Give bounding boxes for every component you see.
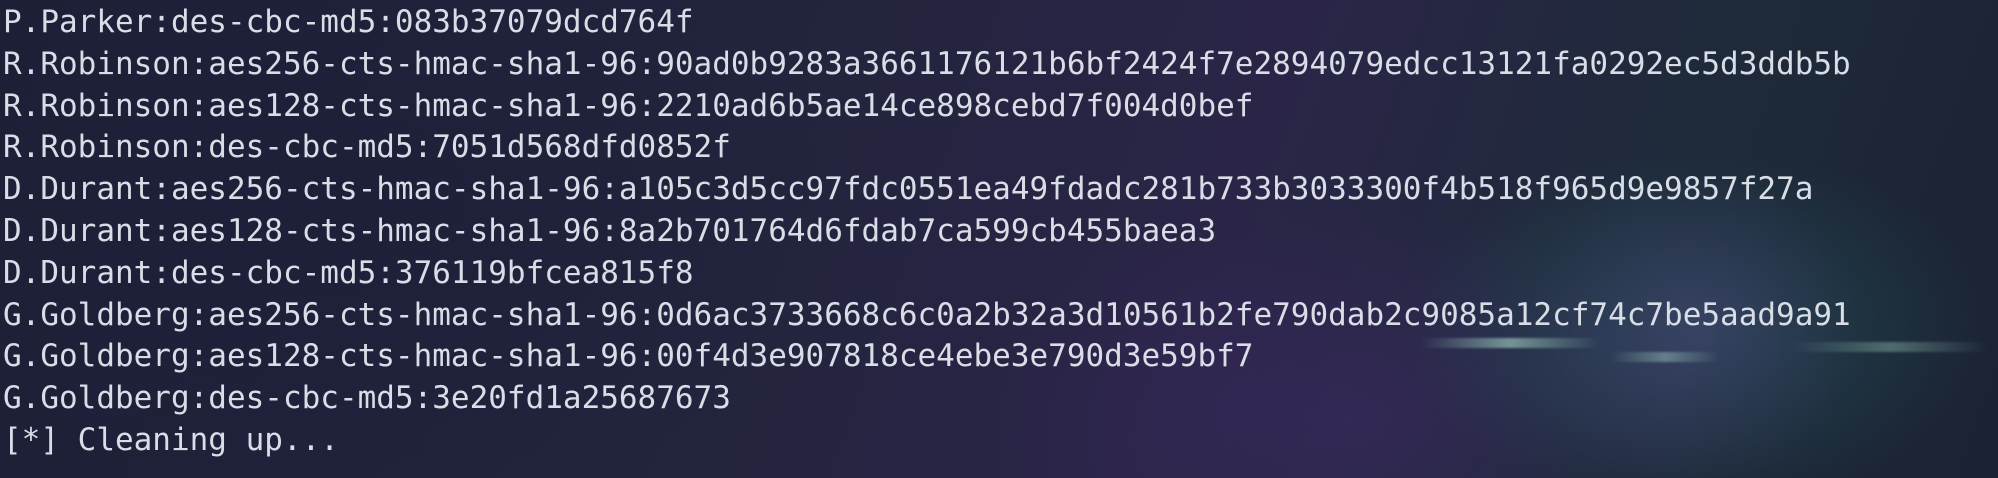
terminal-output[interactable]: P.Parker:des-cbc-md5:083b37079dcd764f R.… (0, 0, 1998, 478)
terminal-line: D.Durant:des-cbc-md5:376119bfcea815f8 (3, 254, 694, 291)
terminal-line: R.Robinson:aes128-cts-hmac-sha1-96:2210a… (3, 87, 1254, 124)
terminal-line: D.Durant:aes256-cts-hmac-sha1-96:a105c3d… (3, 171, 1814, 208)
terminal-line: D.Durant:aes128-cts-hmac-sha1-96:8a2b701… (3, 212, 1217, 249)
terminal-line: G.Goldberg:des-cbc-md5:3e20fd1a25687673 (3, 380, 731, 417)
terminal-line: P.Parker:des-cbc-md5:083b37079dcd764f (3, 4, 694, 40)
terminal-status-line: [*] Cleaning up... (3, 421, 339, 458)
terminal-line: G.Goldberg:aes256-cts-hmac-sha1-96:0d6ac… (3, 296, 1851, 333)
terminal-line: R.Robinson:des-cbc-md5:7051d568dfd0852f (3, 129, 731, 166)
terminal-line: G.Goldberg:aes128-cts-hmac-sha1-96:00f4d… (3, 338, 1254, 375)
terminal-line: R.Robinson:aes256-cts-hmac-sha1-96:90ad0… (3, 45, 1851, 82)
